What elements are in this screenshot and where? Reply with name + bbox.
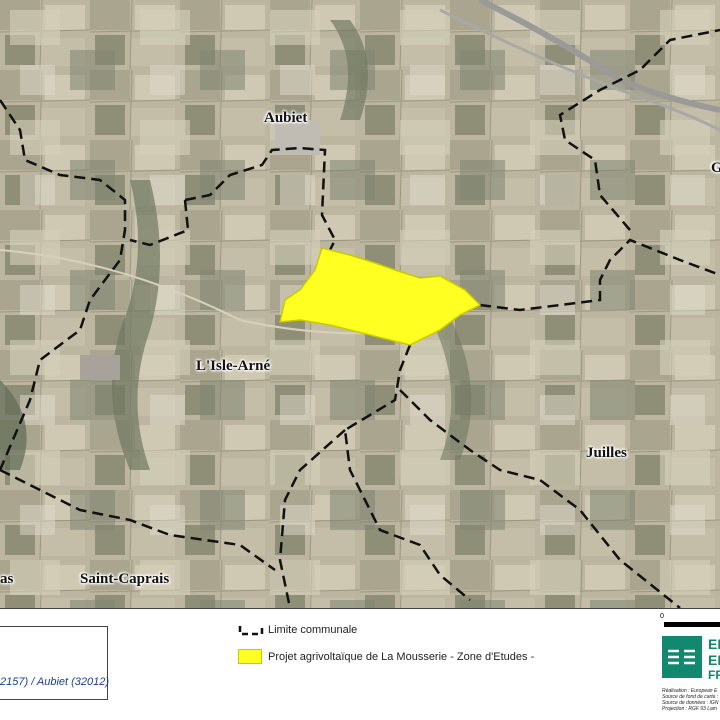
logo-text-line3: FR	[708, 668, 720, 682]
legend-item-boundary: Limite communale	[238, 624, 357, 636]
scale-zero-label: 0	[660, 613, 664, 620]
town-label-gimont-partial: G	[711, 160, 720, 177]
yellow-fill-icon	[238, 649, 262, 664]
legend-label-zone: Projet agrivoltaïque de La Mousserie - Z…	[268, 650, 535, 663]
town-label-partial-left: as	[0, 571, 14, 587]
town-label-saint-caprais: Saint-Caprais	[80, 571, 170, 587]
legend-subtitle: 2157) / Aubiet (32012)	[0, 676, 110, 688]
town-label-isle-arne: L'Isle-Arné	[196, 358, 271, 374]
town-label-juilles: Juilles	[586, 445, 627, 461]
aerial-map[interactable]: Aubiet G L'Isle-Arné Juilles Saint-Capra…	[0, 0, 720, 609]
legend-item-zone: Projet agrivoltaïque de La Mousserie - Z…	[238, 649, 534, 664]
logo-text-line1: EI	[708, 636, 720, 652]
logo-lines-icon	[662, 636, 702, 678]
town-label-aubiet: Aubiet	[264, 110, 308, 126]
legend-title-box	[0, 626, 108, 700]
legend-label-boundary: Limite communale	[268, 624, 358, 636]
logo-text-line2: EI	[708, 652, 720, 668]
dashed-line-icon	[238, 626, 264, 636]
scale-bar-segment	[664, 622, 720, 627]
map-credits: Réalisation : European E Source de fond …	[662, 688, 718, 712]
map-canvas[interactable]	[0, 0, 720, 608]
credit-line: Projection : RGF 93 Lam	[662, 706, 717, 712]
